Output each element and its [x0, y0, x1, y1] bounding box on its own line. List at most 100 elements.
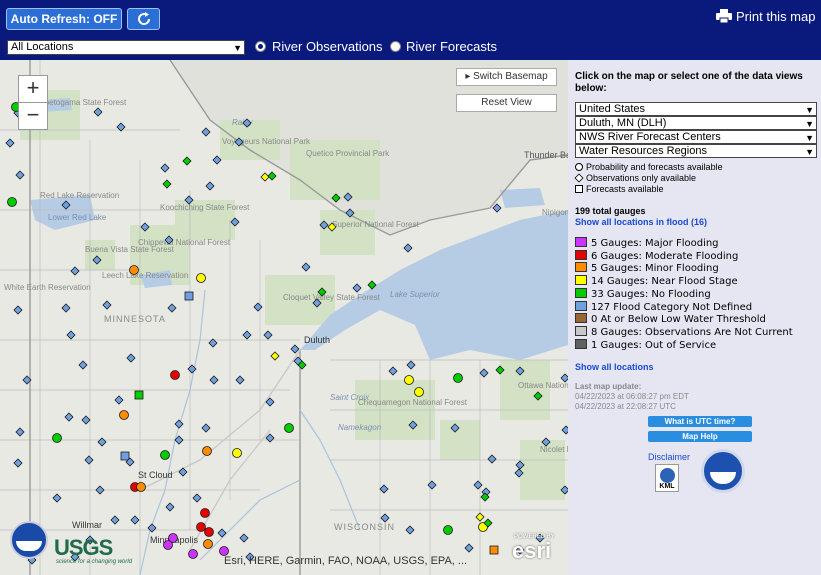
gauge-marker[interactable]: [202, 446, 212, 456]
basemap: Rainy Kabetogama State Forest Voyageurs …: [0, 60, 568, 575]
kml-download-icon[interactable]: KML: [655, 464, 679, 492]
category-legend-item: 1 Gauges: Out of Service: [575, 338, 716, 351]
gauge-marker[interactable]: [204, 527, 214, 537]
reset-view-button[interactable]: Reset View: [456, 94, 557, 112]
gauge-marker[interactable]: [136, 482, 146, 492]
map-label: Nipigon: [542, 208, 568, 217]
gauge-marker[interactable]: [414, 387, 424, 397]
map-attribution: Esri, HERE, Garmin, FAO, NOAA, USGS, EPA…: [224, 555, 468, 567]
category-swatch: [575, 249, 587, 260]
kml-label: KML: [659, 483, 675, 490]
category-legend-item: 127 Flood Category Not Defined: [575, 300, 753, 313]
gauge-marker[interactable]: [184, 291, 194, 301]
gauge-marker[interactable]: [7, 197, 17, 207]
river-forecasts-label[interactable]: River Forecasts: [406, 39, 497, 54]
usgs-logo: USGS: [54, 535, 113, 560]
select-value: Water Resources Regions: [579, 145, 707, 157]
map-help-button[interactable]: Map Help: [648, 431, 752, 442]
panel-instructions: Click on the map or select one of the da…: [575, 71, 803, 94]
legend-diamond-label: Observations only available: [586, 173, 697, 183]
gauge-marker[interactable]: [232, 448, 242, 458]
gauge-marker[interactable]: [196, 522, 206, 532]
map-label: Superior National Forest: [332, 220, 419, 229]
map-label: Thunder Bay: [524, 150, 568, 160]
show-all-locations-link[interactable]: Show all locations: [575, 362, 654, 372]
gauge-marker[interactable]: [453, 373, 463, 383]
refresh-button[interactable]: [127, 8, 160, 30]
chevron-down-icon: ▼: [233, 43, 242, 53]
category-swatch: [575, 262, 587, 273]
noaa-emblem: [701, 449, 745, 493]
update-utc: 04/22/2023 at 22:08:27 UTC: [575, 402, 676, 411]
map-label: St Cloud: [138, 470, 173, 480]
map-label: MINNESOTA: [104, 314, 166, 324]
river-observations-label[interactable]: River Observations: [272, 39, 383, 54]
gauge-marker[interactable]: [443, 525, 453, 535]
gauge-marker[interactable]: [163, 540, 173, 550]
office-select[interactable]: Duluth, MN (DLH) ▼: [575, 116, 817, 130]
switch-basemap-label: Switch Basemap: [473, 71, 548, 82]
gauge-marker[interactable]: [404, 375, 414, 385]
rfc-select[interactable]: NWS River Forecast Centers ▼: [575, 130, 817, 144]
location-select[interactable]: All Locations ▼: [7, 40, 245, 55]
category-legend-item: 33 Gauges: No Flooding: [575, 287, 711, 300]
gauge-marker[interactable]: [200, 508, 210, 518]
gauge-marker[interactable]: [203, 539, 213, 549]
last-update-label: Last map update:: [575, 382, 642, 391]
map-label: Red Lake Reservation: [40, 191, 119, 200]
map-label: Quetico Provincial Park: [306, 149, 390, 158]
region-select[interactable]: Water Resources Regions ▼: [575, 144, 817, 158]
chevron-down-icon: ▼: [805, 147, 814, 157]
gauge-marker[interactable]: [284, 423, 294, 433]
gauge-marker[interactable]: [160, 450, 170, 460]
gauge-marker[interactable]: [129, 265, 139, 275]
chevron-down-icon: ▼: [805, 133, 814, 143]
category-label: 33 Gauges: No Flooding: [591, 288, 711, 300]
legend-diamond: Observations only available: [574, 173, 697, 184]
category-label: 127 Flood Category Not Defined: [591, 301, 753, 313]
gauge-marker[interactable]: [196, 273, 206, 283]
gauge-marker[interactable]: [134, 390, 144, 400]
map-label: Ottawa National Forest: [518, 381, 568, 390]
total-gauges: 199 total gauges: [575, 206, 646, 216]
circle-icon: [575, 163, 583, 171]
gauge-marker[interactable]: [489, 545, 499, 555]
zoom-out-button[interactable]: −: [18, 102, 48, 130]
location-select-value: All Locations: [11, 41, 74, 53]
caret-right-icon: ▸: [465, 71, 474, 82]
category-swatch: [575, 237, 587, 247]
map-label: White Earth Reservation: [4, 283, 91, 292]
river-observations-radio[interactable]: [255, 41, 266, 52]
map-label: Kabetogama State Forest: [35, 98, 127, 107]
print-map-button[interactable]: Print this map: [716, 9, 815, 24]
diamond-icon: [574, 173, 584, 183]
gauge-marker[interactable]: [119, 410, 129, 420]
map-label: Namekagon: [338, 423, 382, 432]
switch-basemap-button[interactable]: ▸ Switch Basemap: [456, 68, 557, 86]
printer-icon: [716, 9, 732, 23]
gauge-marker[interactable]: [170, 370, 180, 380]
select-value: Duluth, MN (DLH): [579, 117, 667, 129]
zoom-in-button[interactable]: +: [18, 75, 48, 103]
country-select[interactable]: United States ▼: [575, 102, 817, 116]
disclaimer-link[interactable]: Disclaimer: [648, 452, 690, 462]
usgs-tagline: science for a changing world: [56, 559, 133, 565]
river-forecasts-radio[interactable]: [390, 41, 401, 52]
auto-refresh-button[interactable]: Auto Refresh: OFF: [6, 8, 122, 30]
category-swatch: [575, 313, 587, 324]
map-canvas[interactable]: Rainy Kabetogama State Forest Voyageurs …: [0, 60, 568, 575]
gauge-marker[interactable]: [188, 549, 198, 559]
flood-locations-link[interactable]: Show all locations in flood (16): [575, 217, 707, 227]
globe-icon: [660, 468, 675, 483]
category-legend-item: 6 Gauges: Moderate Flooding: [575, 249, 739, 262]
gauge-marker[interactable]: [52, 433, 62, 443]
category-swatch: [575, 300, 587, 311]
category-label: 6 Gauges: Moderate Flooding: [591, 250, 739, 262]
category-swatch: [575, 287, 587, 298]
category-swatch: [575, 275, 587, 286]
update-edt: 04/22/2023 at 06:08:27 pm EDT: [575, 392, 689, 401]
utc-time-button[interactable]: What is UTC time?: [648, 416, 752, 427]
legend-circle: Probability and forecasts available: [575, 162, 723, 173]
top-toolbar: Auto Refresh: OFF Print this map All Loc…: [0, 0, 821, 60]
gauge-marker[interactable]: [120, 451, 130, 461]
